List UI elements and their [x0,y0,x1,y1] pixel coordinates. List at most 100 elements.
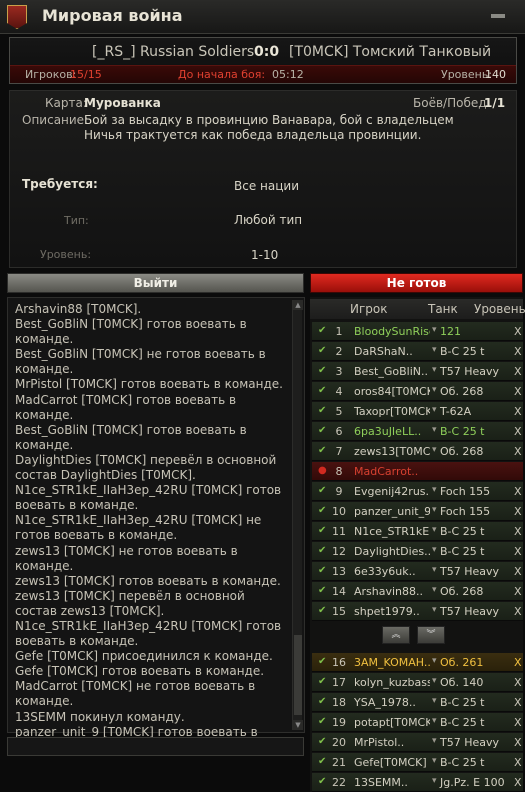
requires-value: Все нации [234,179,299,193]
chat-message: zews13 [T0MCK] готов воевать в команде. [15,573,281,588]
roster-row[interactable]: ✔ 14 Arshavin88.. ▾ Об. 268 X [312,582,523,601]
roster-row[interactable]: ✔ 6 6pa3uJIeLL.. ▾ B-C 25 t X [312,422,523,441]
roster-row[interactable]: ✔ 4 oros84[T0MCK] ▾ Об. 268 X [312,382,523,401]
player-number: 17 [332,676,346,689]
roster-row[interactable]: ✔ 17 kolyn_kuzbass..▾Об. 140 X [312,673,523,692]
tank-class-icon: ▾ [432,325,437,335]
tier-value: X [514,525,522,538]
tier-value: X [514,585,522,598]
tier-value: X [514,445,522,458]
roster-row[interactable]: ✔ 19 potapt[T0MCK] ▾ B-C 25 t X [312,713,523,732]
roster-row[interactable]: ✔ 9 Evgenij42rus.. ▾ Foch 155 X [312,482,523,501]
header-status-bar: Игроков: 15/15 До начала боя: 05:12 Уров… [10,65,516,83]
chat-message: Best_GoBliN [T0MCK] готов воевать в кома… [15,422,247,452]
player-number: 18 [332,696,346,709]
roster-row[interactable]: ✔ 16 3AM_KOMAH.. ▾ Об. 261 X [312,653,523,672]
move-down-button[interactable]: ︾ [417,626,445,644]
roster-row[interactable]: ✔ 1 BloodySunRise..▾121 X [312,322,523,341]
tank-name: Об. 140 [440,676,484,689]
tier-value: X [514,696,522,709]
minimize-button[interactable] [491,14,505,18]
tank-name: Об. 268 [440,385,484,398]
player-number: 5 [335,405,343,418]
roster-row[interactable]: ✔ 11 N1ce_STR1kE.. ▾ B-C 25 t X [312,522,523,541]
player-name: zews13[T0MCK] [354,445,430,458]
ready-check-icon: ✔ [318,776,327,787]
tank-class-icon: ▾ [432,736,437,746]
tank-name: B-C 25 t [440,696,485,709]
player-number: 13 [332,565,346,578]
roster-row[interactable]: ✔ 22 13SEMM.. ▾ Jg.Pz. E 100 X [312,773,523,792]
ready-check-icon: ✔ [318,345,327,356]
requires-label: Требуется: [22,177,98,191]
ready-check-icon: ✔ [318,445,327,456]
chat-message: N1ce_STR1kE_IIaH3ep_42RU [T0MCK] не гото… [15,513,262,543]
tank-name: T-62A [440,405,472,418]
roster-row[interactable]: ✔ 3 Best_GoBliN.. ▾ T57 Heavy X [312,362,523,381]
tank-name: B-C 25 t [440,345,485,358]
player-name: oros84[T0MCK] [354,385,430,398]
tier-value: X [514,545,522,558]
ready-check-icon: ✔ [318,425,327,436]
player-name: 6e33y6uk.. [354,565,416,578]
roster-row[interactable]: ✔ 13 6e33y6uk.. ▾ T57 Heavy X [312,562,523,581]
tank-class-icon: ▾ [432,676,437,686]
move-up-button[interactable]: ︽ [382,626,410,644]
tank-class-icon: ▾ [432,525,437,535]
tank-class-icon: ▾ [432,696,437,706]
roster-row[interactable]: ✔ 21 Gefe[T0MCK] ▾ B-C 25 t X [312,753,523,772]
tier-value: X [514,325,522,338]
not-ready-icon: ● [318,465,327,476]
type-label: Тип: [64,214,89,227]
tank-name: 121 [440,325,461,338]
tank-name: B-C 25 t [440,756,485,769]
not-ready-button[interactable]: Не готов [310,273,523,293]
chat-scrollbar[interactable]: ▲ ▼ [292,300,303,730]
tank-class-icon: ▾ [432,505,437,515]
window-title: Мировая война [42,6,183,25]
leave-button[interactable]: Выйти [7,273,304,293]
roster-row[interactable]: ● 8 MadCarrot.. [312,462,523,481]
roster-row[interactable]: ✔ 5 Taxopr[T0MCK] ▾ T-62A X [312,402,523,421]
player-name: shpet1979.. [354,605,420,618]
tier-value: X [514,405,522,418]
map-label: Карта: [45,96,87,110]
tank-class-icon: ▾ [432,565,437,575]
tank-class-icon: ▾ [432,545,437,555]
player-number: 3 [335,365,343,378]
roster-row[interactable]: ✔ 15 shpet1979.. ▾ T57 Heavy X [312,602,523,621]
ready-check-icon: ✔ [318,485,327,496]
tank-name: Об. 268 [440,445,484,458]
player-name: 6pa3uJIeLL.. [354,425,422,438]
ready-check-icon: ✔ [318,756,327,767]
col-tank: Танк [428,302,458,316]
ready-check-icon: ✔ [318,736,327,747]
scroll-up-icon[interactable]: ▲ [293,300,303,310]
chat-message: N1ce_STR1kE_IIaH3ep_42RU [T0MCK] готов в… [15,483,282,513]
roster-row[interactable]: ✔ 10 panzer_unit_9.. ▾ Foch 155 X [312,502,523,521]
roster-row[interactable]: ✔ 18 YSA_1978.. ▾ B-C 25 t X [312,693,523,712]
ready-check-icon: ✔ [318,696,327,707]
tier-value: X [514,736,522,749]
roster-row[interactable]: ✔ 20 MrPistol.. ▾ T57 Heavy X [312,733,523,752]
scroll-thumb[interactable] [294,635,302,715]
type-value: Любой тип [234,213,303,227]
roster-row[interactable]: ✔ 7 zews13[T0MCK]▾Об. 268 X [312,442,523,461]
tank-name: B-C 25 t [440,425,485,438]
tier-value: X [514,505,522,518]
chat-message: Best_GoBliN [T0MCK] не готов воевать в к… [15,347,266,377]
ready-check-icon: ✔ [318,385,327,396]
tier-value: X [514,756,522,769]
roster-row[interactable]: ✔ 12 DaylightDies.. ▾ B-C 25 t X [312,542,523,561]
scroll-down-icon[interactable]: ▼ [293,720,303,730]
tank-class-icon: ▾ [432,656,437,666]
level-req-label: Уровень: [40,248,92,261]
countdown-value: 05:12 [272,68,304,81]
ready-check-icon: ✔ [318,325,327,336]
tier-value: X [514,385,522,398]
player-number: 14 [332,585,346,598]
roster-row[interactable]: ✔ 2 DaRShaN.. ▾ B-C 25 t X [312,342,523,361]
tier-value: X [514,716,522,729]
chat-input[interactable] [7,737,304,756]
tank-class-icon: ▾ [432,756,437,766]
